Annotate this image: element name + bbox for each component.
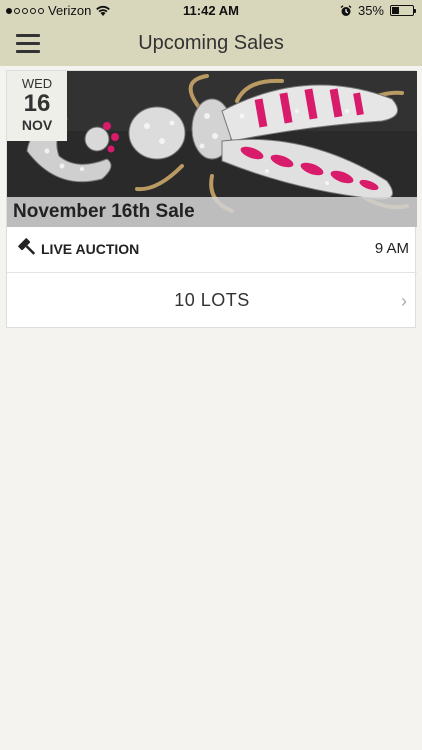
chevron-right-icon: ›	[401, 291, 407, 311]
sale-time: 9 AM	[374, 240, 409, 257]
lots-count: 10 LOTS	[174, 290, 250, 310]
alarm-icon	[340, 4, 352, 16]
page-title: Upcoming Sales	[138, 32, 284, 54]
battery-icon	[390, 5, 416, 16]
view-lots-button[interactable]: 10 LOTS ›	[7, 273, 417, 329]
status-bar: Verizon 11:42 AM 35%	[0, 0, 422, 22]
month: NOV	[21, 117, 53, 133]
sale-info-row: LIVE AUCTION 9 AM	[7, 227, 417, 273]
day-number: 16	[23, 90, 51, 117]
sale-card[interactable]: WED 16 NOV November 16th Sale LIVE AUCTI…	[6, 70, 417, 329]
navigation-bar: Upcoming Sales	[0, 22, 422, 66]
date-badge: WED 16 NOV	[7, 71, 67, 141]
auction-type-label: LIVE AUCTION	[41, 241, 140, 257]
top-bar: Verizon 11:42 AM 35% Upcoming Sales	[0, 0, 422, 66]
battery-fill	[392, 7, 399, 14]
gavel-icon	[18, 238, 36, 255]
sale-title[interactable]: November 16th Sale	[7, 197, 417, 227]
status-right: 35%	[340, 3, 416, 18]
day-of-week: WED	[21, 76, 53, 91]
battery-percent: 35%	[357, 3, 384, 18]
sale-image[interactable]: WED 16 NOV November 16th Sale	[7, 71, 417, 227]
